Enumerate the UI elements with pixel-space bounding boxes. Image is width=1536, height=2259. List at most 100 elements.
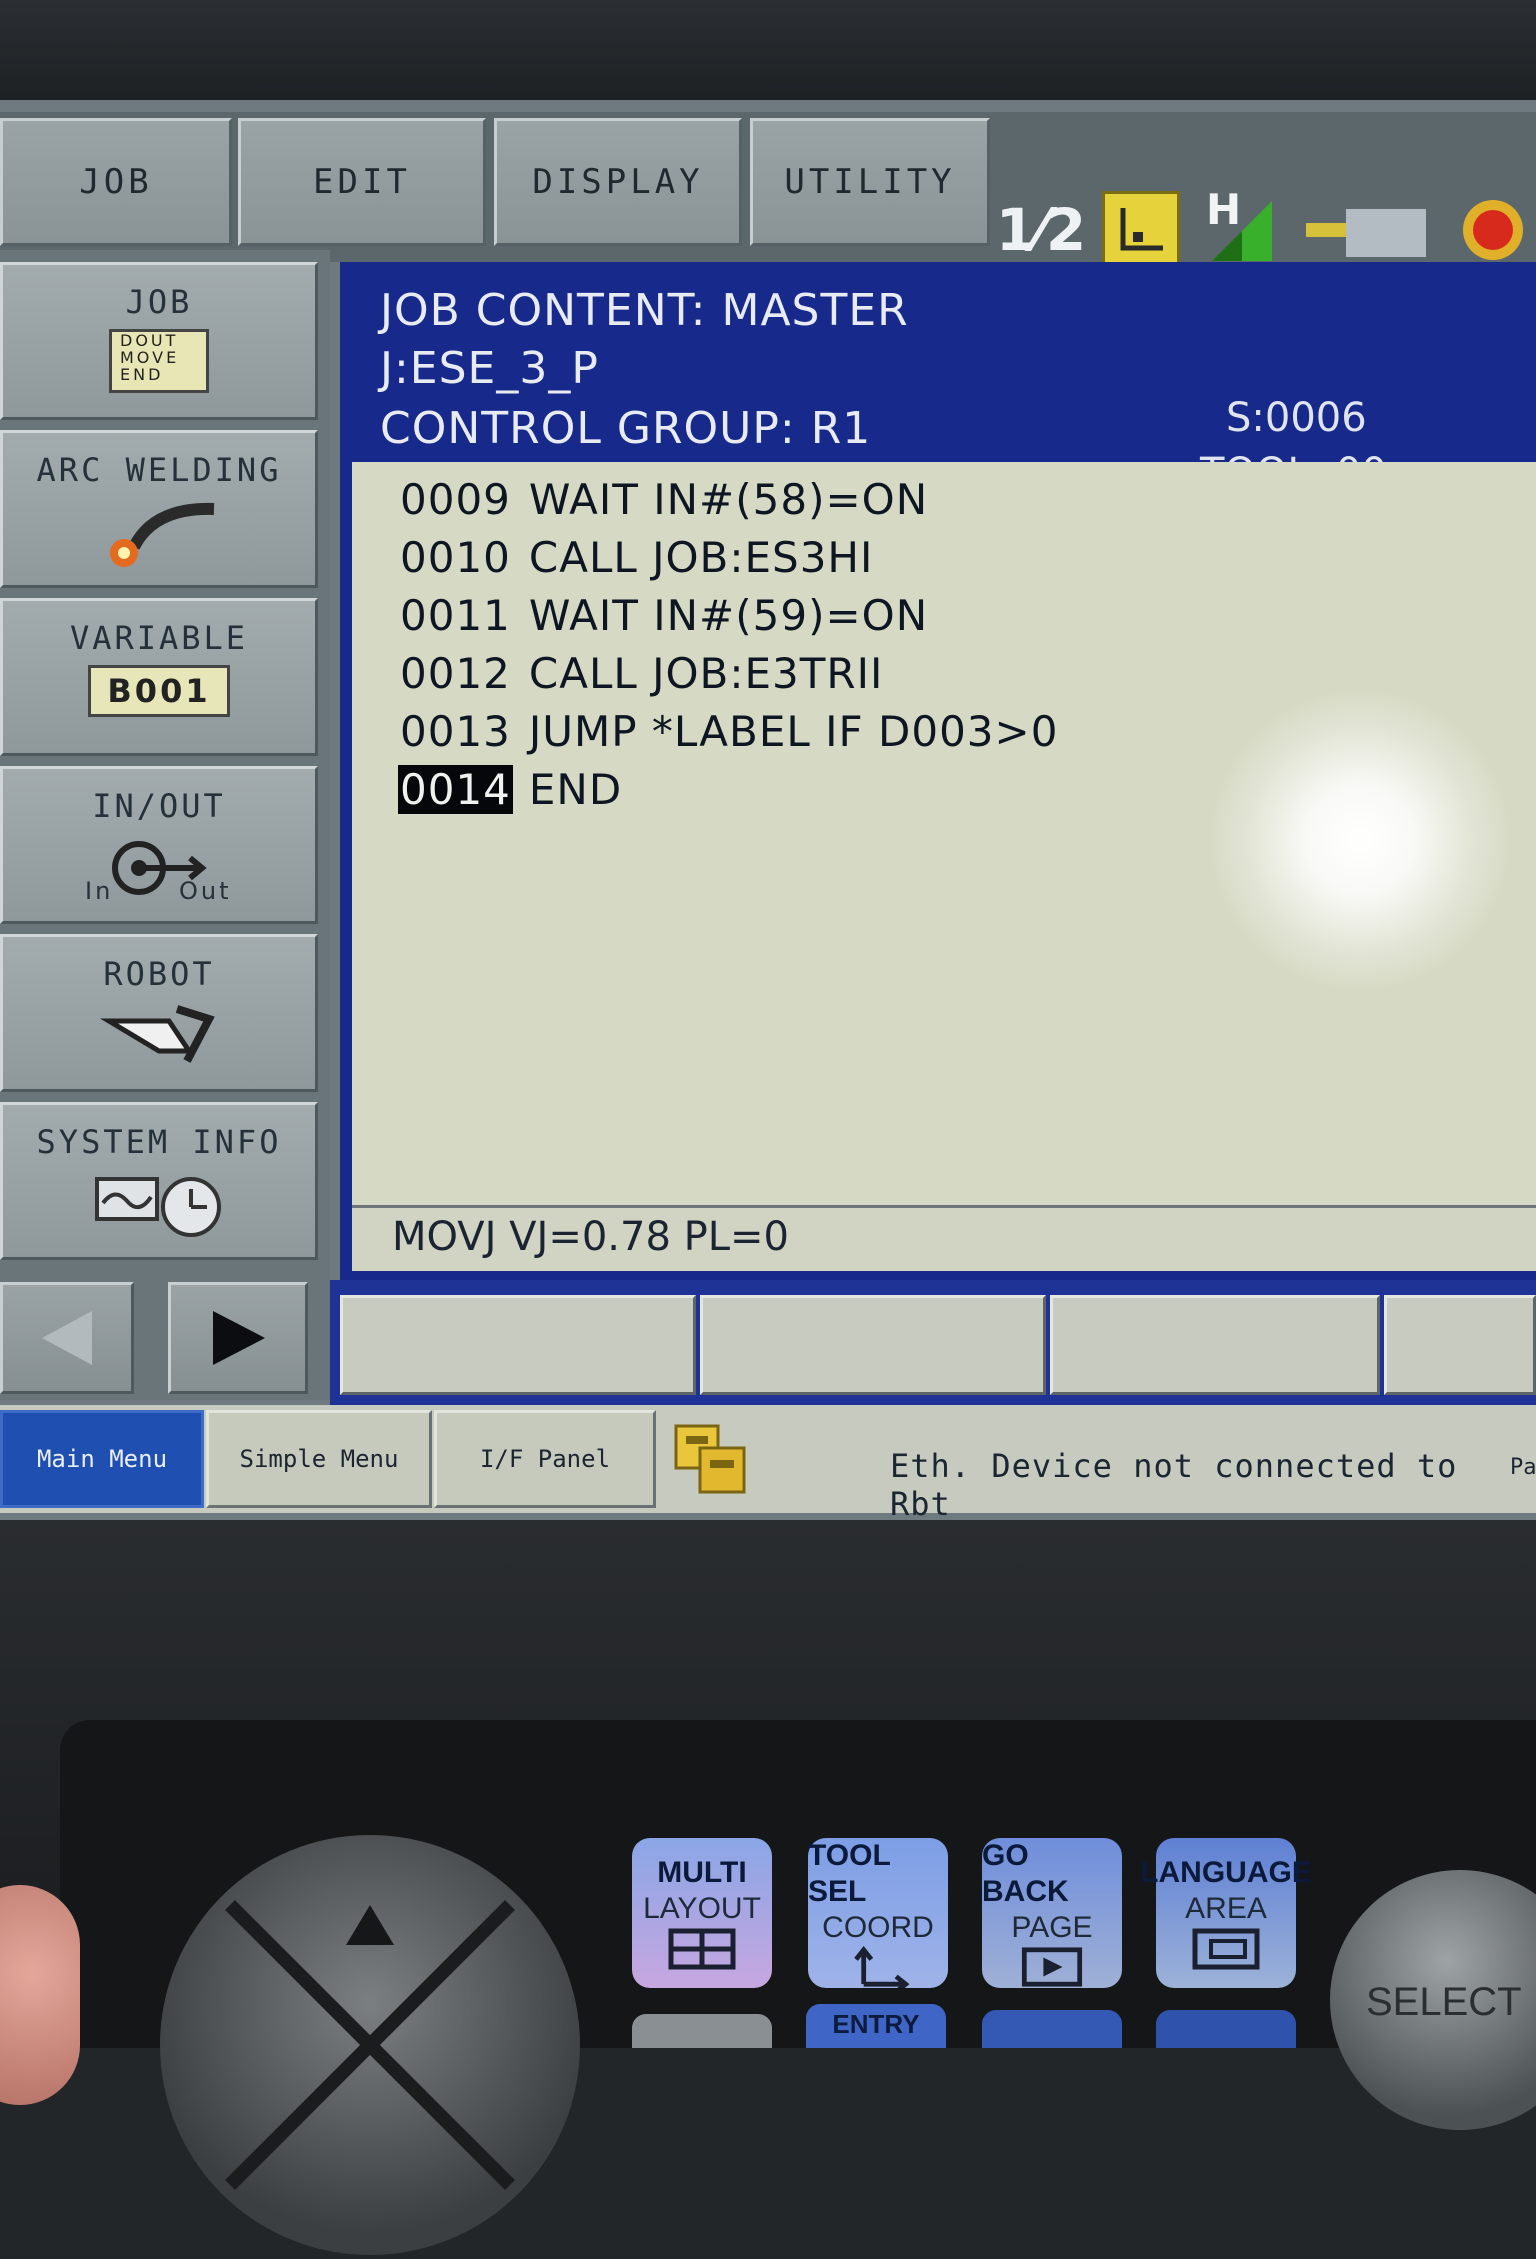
multi-layout-key[interactable]: MULTI LAYOUT	[632, 1838, 772, 1988]
speed-level-label: H	[1206, 185, 1242, 234]
cycle-mode-icon: 1⁄2	[996, 191, 1086, 269]
menu-job-label: JOB	[125, 283, 193, 321]
main-menu-button[interactable]: Main Menu	[0, 1410, 204, 1508]
tool-sel-key-label: TOOL SEL	[808, 1839, 891, 1908]
menu-variable-button[interactable]: VARIABLE B001	[0, 598, 318, 756]
tab-display-label: DISPLAY	[532, 162, 704, 202]
selected-line-cursor: 0014	[398, 765, 513, 814]
line-number: 0013	[400, 707, 511, 756]
system-info-icon	[3, 1169, 315, 1239]
job-line-selected[interactable]: 0014 END	[398, 765, 622, 814]
right-arrow-icon	[213, 1311, 265, 1365]
system-info-glyph	[95, 1177, 221, 1237]
menu-robot-label: ROBOT	[103, 955, 215, 993]
alarm-lamp-glyph	[1463, 200, 1523, 260]
tab-job-label: JOB	[79, 162, 153, 202]
pendant-key-lower-4[interactable]	[1156, 2010, 1296, 2048]
tab-edit[interactable]: EDIT	[238, 118, 486, 246]
function-key-4[interactable]	[1384, 1295, 1536, 1395]
instruction-input-line[interactable]: MOVJ VJ=0.78 PL=0	[352, 1205, 1536, 1271]
line-number: 0010	[400, 533, 511, 582]
servo-status-icon	[1302, 191, 1432, 269]
variable-icon: B001	[3, 665, 315, 717]
job-icon-line-1: DOUT	[120, 331, 179, 350]
operator-finger	[0, 1885, 80, 2105]
pendant-key-lower-3[interactable]	[982, 2010, 1122, 2048]
job-line[interactable]: 0013 JUMP *LABEL IF D003>0	[398, 707, 1058, 756]
cursor-dpad[interactable]	[160, 1835, 580, 2255]
tab-utility-label: UTILITY	[784, 162, 956, 202]
prev-page-button[interactable]	[0, 1282, 134, 1394]
job-name: J:ESE_3_P	[380, 343, 599, 394]
multi-key-label: MULTI	[657, 1856, 747, 1889]
left-arrow-icon	[42, 1311, 92, 1365]
menu-system-info-button[interactable]: SYSTEM INFO	[0, 1102, 318, 1260]
layout-key-label: LAYOUT	[643, 1892, 761, 1925]
coord-key-label: COORD	[822, 1911, 934, 1944]
robot-arm-icon	[3, 1001, 315, 1071]
tab-edit-label: EDIT	[313, 162, 411, 202]
job-icon-line-2: MOVE	[120, 348, 180, 367]
menu-arc-welding-button[interactable]: ARC WELDING	[0, 430, 318, 588]
simple-menu-button[interactable]: Simple Menu	[206, 1410, 432, 1508]
language-key-label: LANGUAGE	[1140, 1856, 1312, 1889]
pendant-bezel-top	[0, 0, 1536, 110]
area-window-icon	[1192, 1928, 1260, 1970]
if-panel-label: I/F Panel	[479, 1445, 611, 1473]
go-back-page-key[interactable]: GO BACK PAGE	[982, 1838, 1122, 1988]
status-message: Eth. Device not connected to Rbt	[890, 1447, 1458, 1523]
line-instruction: CALL JOB:ES3HI	[528, 533, 874, 582]
job-line[interactable]: 0012 CALL JOB:E3TRII	[398, 649, 883, 698]
function-key-2[interactable]	[700, 1295, 1046, 1395]
network-device-icon	[668, 1418, 758, 1500]
job-line[interactable]: 0009 WAIT IN#(58)=ON	[398, 475, 928, 524]
select-knob-label: SELECT	[1366, 1980, 1522, 2024]
area-key-label: AREA	[1185, 1892, 1267, 1925]
entry-key[interactable]: ENTRY	[806, 2004, 946, 2048]
language-area-key[interactable]: LANGUAGE AREA	[1140, 1838, 1312, 1988]
line-instruction: WAIT IN#(58)=ON	[528, 475, 929, 524]
coord-axes-icon	[854, 1946, 910, 1988]
page-forward-icon	[1021, 1947, 1083, 1987]
servo-glyph	[1306, 209, 1426, 257]
next-page-button[interactable]	[168, 1282, 308, 1394]
network-device-glyph	[674, 1424, 746, 1494]
pendant-key-lower-1[interactable]	[632, 2014, 772, 2048]
coordinate-frame-icon	[1102, 191, 1180, 269]
screen-glare	[1210, 690, 1510, 990]
function-key-3[interactable]	[1050, 1295, 1380, 1395]
line-instruction: WAIT IN#(59)=ON	[528, 591, 929, 640]
menu-system-info-label: SYSTEM INFO	[36, 1123, 282, 1161]
menu-in-out-label: IN/OUT	[92, 787, 226, 825]
tool-sel-coord-key[interactable]: TOOL SEL COORD	[808, 1838, 948, 1988]
menu-job-button[interactable]: JOB DOUT MOVE END	[0, 262, 318, 420]
in-label: In	[85, 877, 114, 905]
dpad-arrows-icon	[225, 1900, 515, 2190]
menu-in-out-button[interactable]: IN/OUT In Out	[0, 766, 318, 924]
control-group: CONTROL GROUP: R1	[380, 403, 872, 454]
bottom-bar-cut-label: Pa	[1510, 1455, 1536, 1480]
entry-key-label: ENTRY	[832, 2009, 920, 2039]
input-line-text: MOVJ VJ=0.78 PL=0	[392, 1214, 789, 1260]
function-key-1[interactable]	[340, 1295, 696, 1395]
job-icon-line-3: END	[120, 365, 164, 384]
menu-variable-label: VARIABLE	[69, 619, 249, 657]
welding-torch-glyph	[110, 502, 215, 567]
main-menu-label: Main Menu	[36, 1445, 168, 1473]
if-panel-button[interactable]: I/F Panel	[434, 1410, 656, 1508]
menu-arc-welding-label: ARC WELDING	[36, 451, 282, 489]
speed-level-icon: H	[1202, 185, 1280, 269]
job-line[interactable]: 0010 CALL JOB:ES3HI	[398, 533, 873, 582]
job-document-icon: DOUT MOVE END	[3, 329, 315, 393]
tab-display[interactable]: DISPLAY	[494, 118, 742, 246]
line-instruction: END	[528, 765, 623, 814]
tab-job[interactable]: JOB	[0, 118, 232, 246]
tab-utility[interactable]: UTILITY	[750, 118, 990, 246]
coordinate-frame-glyph	[1120, 208, 1163, 251]
simple-menu-label: Simple Menu	[239, 1445, 399, 1473]
out-label: Out	[179, 877, 232, 905]
line-instruction: CALL JOB:E3TRII	[528, 649, 884, 698]
line-instruction: JUMP *LABEL IF D003>0	[528, 707, 1059, 756]
menu-robot-button[interactable]: ROBOT	[0, 934, 318, 1092]
job-line[interactable]: 0011 WAIT IN#(59)=ON	[398, 591, 928, 640]
